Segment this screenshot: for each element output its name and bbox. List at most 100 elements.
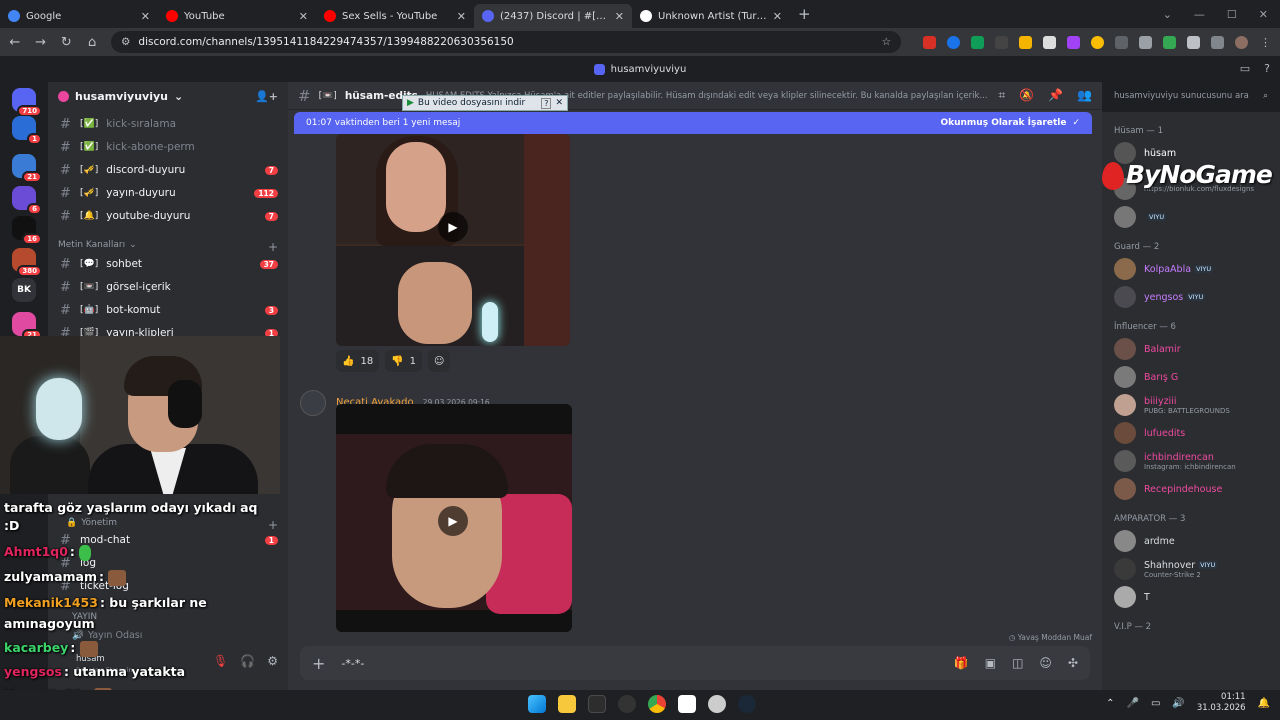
threads-icon[interactable]: ⌗ <box>998 88 1005 103</box>
channel-item[interactable]: # [📼] görsel-içerik <box>56 277 282 297</box>
address-bar[interactable]: ⚙ discord.com/channels/13951411842294743… <box>111 31 901 53</box>
extension-icon[interactable] <box>1067 35 1080 49</box>
pin-icon[interactable]: 📌 <box>1048 88 1063 103</box>
channel-item[interactable]: # [🤖] bot-komut 3 <box>56 300 282 320</box>
mic-icon[interactable]: 🎤 <box>1127 698 1139 709</box>
close-tab-icon[interactable]: ✕ <box>299 10 308 23</box>
chrome-icon[interactable] <box>648 695 666 713</box>
reaction-button[interactable]: 👎 1 <box>385 350 423 372</box>
server-icon[interactable]: 21 <box>12 154 42 183</box>
apps-icon[interactable]: ✣ <box>1068 656 1078 670</box>
new-messages-banner[interactable]: 01:07 vaktinden beri 1 yeni mesaj Okunmu… <box>294 112 1092 134</box>
channel-item[interactable]: # [🎺] yayın-duyuru 112 <box>56 183 282 203</box>
new-tab-button[interactable]: + <box>798 5 811 23</box>
extension-icon[interactable] <box>1163 35 1176 49</box>
extension-icon[interactable] <box>1115 35 1128 49</box>
app-icon[interactable] <box>708 695 726 713</box>
maximize-icon[interactable]: ☐ <box>1227 8 1237 21</box>
member-item[interactable]: KolpaAbla VIYU <box>1114 258 1274 280</box>
reload-icon[interactable]: ↻ <box>60 35 74 50</box>
close-tab-icon[interactable]: ✕ <box>773 10 782 23</box>
browser-tab[interactable]: Unknown Artist (Turkish) - Kızar ✕ <box>632 4 790 28</box>
member-list-icon[interactable]: 👥 <box>1077 88 1092 103</box>
member-item[interactable]: Shahnover VIYU Counter-Strike 2 <box>1114 558 1274 580</box>
extension-icon[interactable] <box>1091 35 1104 49</box>
guild-header[interactable]: husamviyuviyu ⌄ 👤+ <box>48 82 288 110</box>
member-item[interactable]: lufuedits <box>1114 422 1274 444</box>
member-item[interactable]: ardme <box>1114 530 1274 552</box>
server-icon[interactable]: 710 <box>12 88 42 117</box>
member-item[interactable]: Recepindehouse <box>1114 478 1274 500</box>
gif-icon[interactable]: ▣ <box>985 656 996 670</box>
browser-tab[interactable]: YouTube ✕ <box>158 4 316 28</box>
bookmark-star-icon[interactable]: ☆ <box>882 36 891 48</box>
extension-icon[interactable] <box>971 35 984 49</box>
chevron-up-icon[interactable]: ⌃ <box>1106 698 1114 709</box>
extension-icon[interactable] <box>1019 35 1032 49</box>
video-attachment[interactable]: ▶ <box>336 134 570 346</box>
channel-item[interactable]: # [✅] kick-abone-perm <box>56 137 282 157</box>
server-icon[interactable]: BK <box>12 278 36 302</box>
network-icon[interactable]: ▭ <box>1151 698 1160 709</box>
category-text-channels[interactable]: Metin Kanalları ⌄ + <box>58 240 278 254</box>
notifications-muted-icon[interactable]: 🔕 <box>1019 88 1034 103</box>
member-item[interactable]: VIYU <box>1114 206 1274 228</box>
channel-item[interactable]: # [🔔] youtube-duyuru 7 <box>56 206 282 226</box>
avatar[interactable] <box>300 390 326 416</box>
forward-icon[interactable]: → <box>34 35 48 50</box>
extension-icon[interactable] <box>1043 35 1056 49</box>
terminal-icon[interactable] <box>588 695 606 713</box>
reading-list-icon[interactable] <box>1211 35 1224 49</box>
mark-read-button[interactable]: Okunmuş Olarak İşaretle <box>940 118 1066 128</box>
member-item[interactable]: yengsos VIYU <box>1114 286 1274 308</box>
steam-icon[interactable] <box>738 695 756 713</box>
inbox-icon[interactable]: ▭ <box>1240 62 1250 75</box>
file-explorer-icon[interactable] <box>558 695 576 713</box>
adblock-extension-icon[interactable] <box>923 35 936 49</box>
member-item[interactable]: T <box>1114 586 1274 608</box>
close-tab-icon[interactable]: ✕ <box>615 10 624 23</box>
shield-icon[interactable] <box>1139 35 1152 49</box>
chevron-down-icon[interactable]: ⌄ <box>1163 8 1172 21</box>
video-attachment[interactable]: ▶ <box>336 404 572 632</box>
channel-item[interactable]: # [💬] sohbet 37 <box>56 254 282 274</box>
server-icon[interactable]: 6 <box>12 186 42 215</box>
member-item[interactable]: biiiyziii PUBG: BATTLEGROUNDS <box>1114 394 1274 416</box>
extension-icon[interactable] <box>947 35 960 49</box>
server-icon[interactable]: 1 <box>12 116 42 145</box>
back-icon[interactable]: ← <box>8 35 22 50</box>
server-search[interactable]: husamviyuviyu sunucusunu ara ⌕ <box>1108 86 1274 106</box>
notification-bell-icon[interactable]: 🔔 <box>1258 698 1270 709</box>
help-icon[interactable]: ? <box>541 97 552 109</box>
close-icon[interactable]: ✕ <box>555 98 563 108</box>
message-composer[interactable]: + -*-*- 🎁 ▣ ◫ ☺ ✣ <box>300 646 1090 680</box>
windows-start-icon[interactable] <box>528 695 546 713</box>
menu-icon[interactable]: ⋮ <box>1259 36 1272 49</box>
gift-icon[interactable]: 🎁 <box>954 656 969 670</box>
home-icon[interactable]: ⌂ <box>85 35 99 50</box>
browser-tab[interactable]: Sex Sells - YouTube ✕ <box>316 4 474 28</box>
close-tab-icon[interactable]: ✕ <box>141 10 150 23</box>
capcut-icon[interactable] <box>678 695 696 713</box>
help-icon[interactable]: ? <box>1264 62 1270 75</box>
server-icon[interactable]: 21 <box>12 312 42 341</box>
reaction-button[interactable]: 👍 18 <box>336 350 380 372</box>
add-reaction-icon[interactable]: ☺ <box>428 350 451 372</box>
clock[interactable]: 01:11 31.03.2026 <box>1197 692 1246 714</box>
play-icon[interactable]: ▶ <box>438 506 468 536</box>
download-video-popup[interactable]: ▶ Bu video dosyasını indir ? ✕ <box>402 95 568 111</box>
emoji-icon[interactable]: ☺ <box>1039 656 1052 670</box>
close-icon[interactable]: ✕ <box>1259 8 1268 21</box>
profile-avatar-icon[interactable] <box>1235 35 1248 49</box>
site-info-icon[interactable]: ⚙ <box>121 36 130 48</box>
server-icon[interactable]: 380 <box>12 248 42 277</box>
channel-item[interactable]: # [🎺] discord-duyuru 7 <box>56 160 282 180</box>
create-channel-icon[interactable]: + <box>268 240 278 254</box>
play-icon[interactable]: ▶ <box>438 212 468 242</box>
invite-people-icon[interactable]: 👤+ <box>255 90 278 103</box>
browser-tab[interactable]: Google ✕ <box>0 4 158 28</box>
obs-icon[interactable] <box>618 695 636 713</box>
minimize-icon[interactable]: — <box>1194 8 1205 21</box>
channel-item[interactable]: # [✅] kick-sıralama <box>56 114 282 134</box>
close-tab-icon[interactable]: ✕ <box>457 10 466 23</box>
